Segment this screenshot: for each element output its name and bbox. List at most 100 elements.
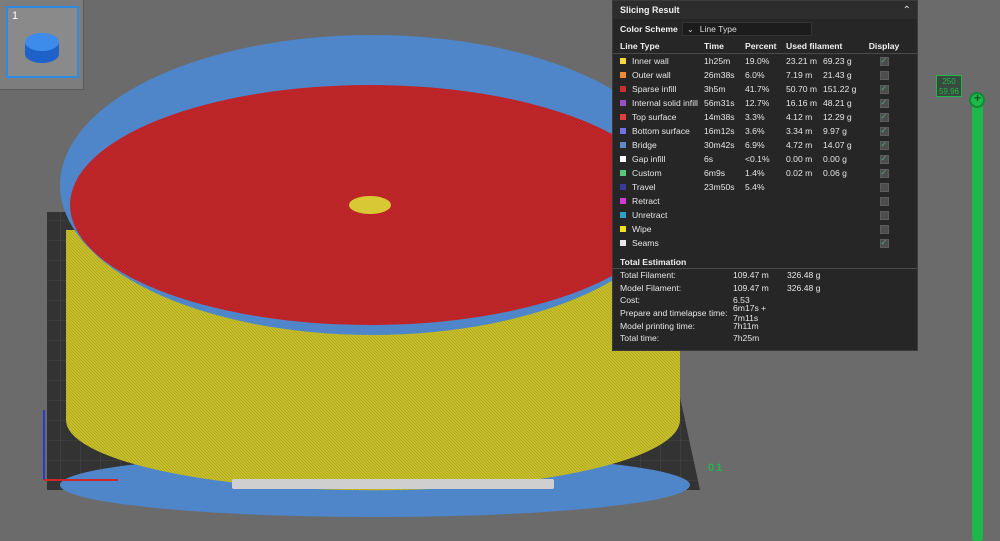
time-cell: 6s (704, 154, 714, 164)
display-checkbox[interactable] (879, 70, 889, 80)
line-type-cell: Retract (620, 196, 704, 206)
table-header: Line Type Time Percent Used filament Dis… (613, 39, 917, 54)
total-estimation-title: Total Estimation (613, 255, 917, 269)
total-value-2: 326.48 g (787, 282, 821, 293)
total-value: 7h11m (733, 320, 759, 331)
slicing-result-panel: Slicing Result ⌃ Color Scheme ⌄ Line Typ… (612, 0, 918, 351)
line-type-row: Top surface 14m38s 3.3% 4.12 m 12.29 g (613, 110, 917, 124)
display-checkbox[interactable] (879, 126, 889, 136)
total-row: Total Filament: 109.47 m 326.48 g (613, 269, 917, 282)
color-swatch (620, 212, 626, 218)
col-used-filament: Used filament (786, 41, 843, 51)
color-swatch (620, 114, 626, 120)
display-checkbox[interactable] (879, 112, 889, 122)
line-type-cell: Unretract (620, 210, 704, 220)
percent-cell: <0.1% (745, 154, 770, 164)
time-cell: 23m50s (704, 182, 735, 192)
line-type-name: Inner wall (632, 56, 669, 66)
layer-slider-handle[interactable] (969, 91, 985, 108)
layer-readout: 250 59.96 (936, 75, 962, 97)
total-row: Model printing time: 7h11m (613, 319, 917, 332)
col-time: Time (704, 41, 724, 51)
line-type-name: Gap infill (632, 154, 666, 164)
time-cell: 16m12s (704, 126, 735, 136)
color-swatch (620, 156, 626, 162)
display-cell (869, 182, 899, 192)
color-swatch (620, 58, 626, 64)
color-swatch (620, 226, 626, 232)
line-type-row: Wipe (613, 222, 917, 236)
display-checkbox[interactable] (879, 182, 889, 192)
length-cell: 16.16 m (786, 98, 818, 108)
display-cell (869, 238, 899, 248)
bottom-layer-number: 01 (708, 462, 725, 474)
total-value: 109.47 m (733, 282, 769, 293)
weight-cell: 69.23 g (823, 56, 852, 66)
display-cell (869, 98, 899, 108)
line-type-cell: Seams (620, 238, 704, 248)
percent-cell: 1.4% (745, 168, 765, 178)
plate-preview-icon (25, 33, 59, 63)
color-scheme-dropdown[interactable]: ⌄ Line Type (682, 22, 812, 36)
line-type-row: Sparse infill 3h5m 41.7% 50.70 m 151.22 … (613, 82, 917, 96)
line-type-cell: Inner wall (620, 56, 704, 66)
total-value-2: 326.48 g (787, 270, 821, 281)
line-type-name: Custom (632, 168, 662, 178)
display-checkbox[interactable] (879, 84, 889, 94)
line-type-cell: Top surface (620, 112, 704, 122)
layer-slider[interactable] (968, 91, 988, 541)
collapse-icon[interactable]: ⌃ (903, 5, 911, 16)
display-cell (869, 196, 899, 206)
line-type-cell: Gap infill (620, 154, 704, 164)
color-scheme-value: Line Type (699, 24, 737, 34)
display-cell (869, 70, 899, 80)
display-cell (869, 126, 899, 136)
line-type-cell: Sparse infill (620, 84, 704, 94)
line-type-row: Bridge 30m42s 6.9% 4.72 m 14.07 g (613, 138, 917, 152)
line-type-row: Retract (613, 194, 917, 208)
line-type-row: Bottom surface 16m12s 3.6% 3.34 m 9.97 g (613, 124, 917, 138)
color-swatch (620, 142, 626, 148)
line-type-name: Retract (632, 196, 660, 206)
total-label: Total time: (620, 333, 660, 344)
percent-cell: 6.0% (745, 70, 765, 80)
display-checkbox[interactable] (879, 196, 889, 206)
total-label: Total Filament: (620, 270, 676, 281)
weight-cell: 9.97 g (823, 126, 847, 136)
total-value: 7h25m (733, 333, 760, 344)
time-cell: 14m38s (704, 112, 735, 122)
display-checkbox[interactable] (879, 154, 889, 164)
total-value: 109.47 m (733, 270, 769, 281)
time-cell: 30m42s (704, 140, 735, 150)
color-swatch (620, 240, 626, 246)
display-checkbox[interactable] (879, 168, 889, 178)
color-swatch (620, 184, 626, 190)
total-estimation-table: Total Filament: 109.47 m 326.48 g Model F… (613, 269, 917, 345)
line-type-table: Inner wall 1h25m 19.0% 23.21 m 69.23 g O… (613, 54, 917, 250)
color-swatch (620, 100, 626, 106)
line-type-name: Top surface (632, 112, 677, 122)
display-cell (869, 210, 899, 220)
layer-slider-track[interactable] (972, 96, 983, 541)
display-checkbox[interactable] (879, 98, 889, 108)
display-checkbox[interactable] (879, 140, 889, 150)
display-checkbox[interactable] (879, 210, 889, 220)
line-type-name: Unretract (632, 210, 668, 220)
display-checkbox[interactable] (879, 238, 889, 248)
weight-cell: 48.21 g (823, 98, 852, 108)
display-cell (869, 224, 899, 234)
percent-cell: 12.7% (745, 98, 770, 108)
display-checkbox[interactable] (879, 224, 889, 234)
total-label: Cost: (620, 295, 641, 306)
col-percent: Percent (745, 41, 777, 51)
line-type-cell: Bottom surface (620, 126, 704, 136)
plate-thumbnail[interactable]: 1 (6, 6, 79, 78)
line-type-cell: Custom (620, 168, 704, 178)
display-checkbox[interactable] (879, 56, 889, 66)
line-type-row: Outer wall 26m38s 6.0% 7.19 m 21.43 g (613, 68, 917, 82)
move-slider-bar[interactable] (232, 479, 554, 489)
color-swatch (620, 128, 626, 134)
line-type-name: Bridge (632, 140, 657, 150)
length-cell: 4.12 m (786, 112, 813, 122)
display-cell (869, 140, 899, 150)
